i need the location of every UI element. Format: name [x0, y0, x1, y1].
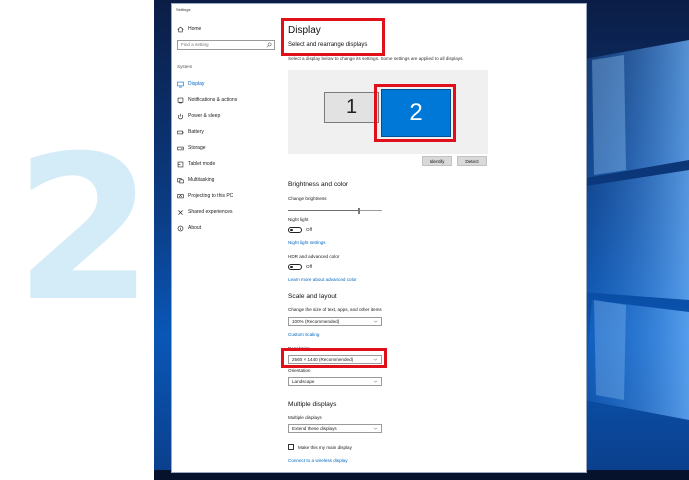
arrange-displays-heading: Select and rearrange displays	[288, 42, 368, 48]
arrange-helper-text: Select a display below to change its set…	[288, 56, 464, 61]
sidebar-item-label: Projecting to this PC	[188, 193, 234, 199]
sidebar-item-label: About	[188, 225, 202, 231]
toggle-knob	[290, 265, 293, 269]
sidebar-item-label: Tablet mode	[188, 161, 216, 167]
multiple-displays-value: Extend these displays	[292, 426, 337, 431]
sidebar-item-label: Battery	[188, 129, 204, 135]
settings-window: Settings Home Find a setting System Disp…	[172, 4, 586, 472]
page-title: Display	[288, 25, 321, 36]
brightness-slider-thumb[interactable]	[357, 208, 360, 214]
night-light-toggle[interactable]	[288, 226, 302, 233]
search-icon	[266, 42, 272, 48]
sidebar-group-label: System	[177, 64, 193, 69]
chevron-down-icon	[373, 320, 378, 323]
advanced-color-link[interactable]: Learn more about advanced color	[288, 277, 357, 282]
scale-label: Change the size of text, apps, and other…	[288, 307, 382, 312]
orientation-label: Orientation	[288, 368, 311, 373]
hdr-label: HDR and advanced color	[288, 254, 340, 259]
hdr-state: Off	[306, 264, 313, 269]
step-number: 2	[14, 113, 154, 346]
sidebar-item-label: Home	[188, 26, 202, 32]
tablet-icon	[176, 160, 184, 168]
night-light-label: Night light	[288, 217, 309, 222]
sidebar-item-home[interactable]: Home	[176, 24, 201, 34]
night-light-toggle-row: Off	[288, 226, 312, 233]
scale-value: 100% (Recommended)	[292, 319, 340, 324]
power-icon	[176, 112, 184, 120]
multitasking-icon	[176, 176, 184, 184]
info-icon	[176, 224, 184, 232]
multiple-displays-heading: Multiple displays	[288, 401, 337, 408]
sidebar-item-display[interactable]: Display	[176, 79, 204, 89]
toggle-knob	[290, 228, 293, 232]
display-settings-panel: Display Select and rearrange displays Se…	[286, 4, 586, 472]
brightness-slider-fill	[288, 210, 359, 211]
sidebar-item-tablet-mode[interactable]: Tablet mode	[176, 159, 215, 169]
sidebar-item-label: Multitasking	[188, 177, 215, 183]
main-display-label: Make this my main display	[298, 444, 352, 450]
battery-icon	[176, 128, 184, 136]
night-light-state: Off	[306, 227, 313, 232]
notifications-icon	[176, 96, 184, 104]
monitor-1-tile[interactable]: 1	[324, 92, 379, 123]
orientation-value: Landscape	[292, 379, 315, 384]
sidebar-item-label: Display	[188, 81, 205, 87]
hdr-toggle[interactable]	[288, 263, 302, 270]
multiple-displays-dropdown[interactable]: Extend these displays	[288, 424, 382, 433]
sidebar-item-label: Shared experiences	[188, 209, 233, 215]
resolution-value: 2560 × 1440 (Recommended)	[292, 357, 354, 362]
custom-scaling-link[interactable]: Custom scaling	[288, 332, 319, 337]
brightness-label: Change brightness	[288, 196, 327, 201]
sidebar-item-battery[interactable]: Battery	[176, 127, 204, 137]
sidebar-item-about[interactable]: About	[176, 223, 201, 233]
brightness-slider[interactable]	[288, 208, 382, 214]
scale-layout-heading: Scale and layout	[288, 293, 337, 300]
chevron-down-icon	[373, 380, 378, 383]
sidebar-item-shared-experiences[interactable]: Shared experiences	[176, 207, 232, 217]
sidebar-item-power-sleep[interactable]: Power & sleep	[176, 111, 220, 121]
sidebar-item-multitasking[interactable]: Multitasking	[176, 175, 214, 185]
monitor-icon	[176, 80, 184, 88]
main-display-checkbox[interactable]	[288, 444, 294, 450]
identify-button[interactable]: Identify	[422, 156, 452, 166]
projecting-icon	[176, 192, 184, 200]
storage-icon	[176, 144, 184, 152]
sidebar-item-label: Storage	[188, 145, 206, 151]
display-arrangement-area[interactable]: 1 2	[288, 70, 488, 154]
chevron-down-icon	[373, 427, 378, 430]
sidebar: Home Find a setting System Display Notif…	[172, 4, 280, 472]
sidebar-item-notifications[interactable]: Notifications & actions	[176, 95, 237, 105]
detect-button[interactable]: Detect	[457, 156, 487, 166]
sidebar-item-label: Notifications & actions	[188, 97, 238, 103]
search-input[interactable]: Find a setting	[177, 40, 275, 50]
hdr-toggle-row: Off	[288, 263, 312, 270]
brightness-heading: Brightness and color	[288, 181, 349, 188]
home-icon	[176, 25, 184, 33]
sidebar-item-label: Power & sleep	[188, 113, 221, 119]
multiple-displays-label: Multiple displays	[288, 415, 322, 420]
resolution-dropdown[interactable]: 2560 × 1440 (Recommended)	[288, 355, 382, 364]
main-display-checkbox-row[interactable]: Make this my main display	[288, 443, 352, 451]
monitor-2-tile[interactable]: 2	[381, 89, 451, 137]
search-placeholder: Find a setting	[181, 42, 209, 47]
wireless-display-link[interactable]: Connect to a wireless display	[288, 458, 348, 463]
orientation-dropdown[interactable]: Landscape	[288, 377, 382, 386]
scale-dropdown[interactable]: 100% (Recommended)	[288, 317, 382, 326]
resolution-label: Resolution	[288, 346, 310, 351]
night-light-settings-link[interactable]: Night light settings	[288, 240, 326, 245]
sidebar-item-projecting[interactable]: Projecting to this PC	[176, 191, 233, 201]
sidebar-item-storage[interactable]: Storage	[176, 143, 206, 153]
shared-experiences-icon	[176, 208, 184, 216]
chevron-down-icon	[373, 358, 378, 361]
